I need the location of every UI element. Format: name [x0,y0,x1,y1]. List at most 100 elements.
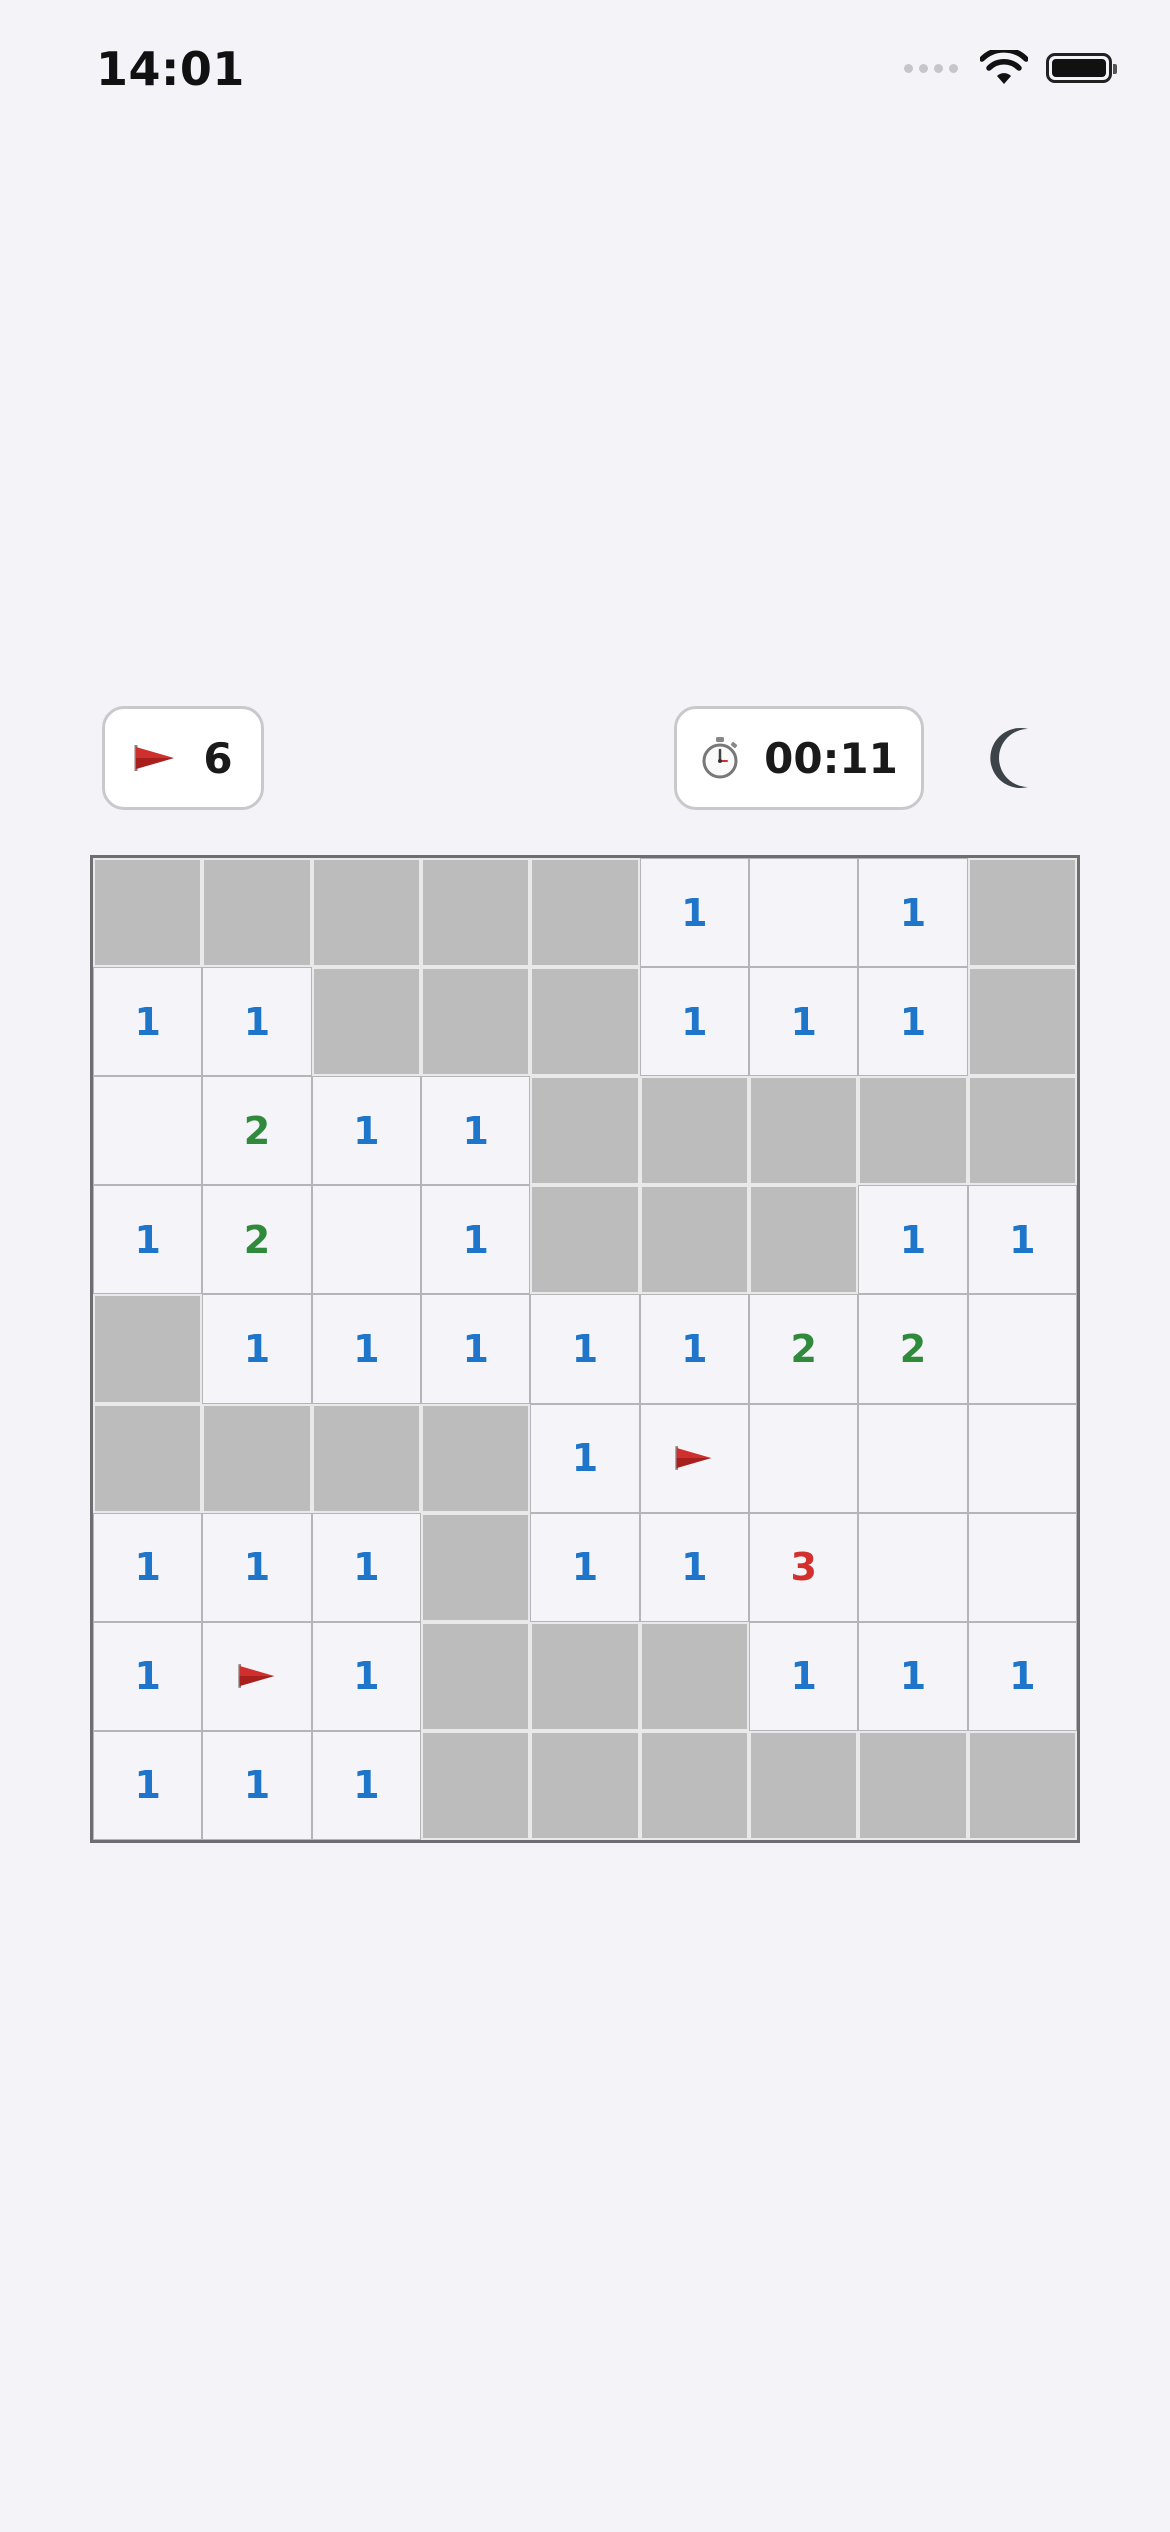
empty-cell[interactable] [749,858,859,968]
cell-number: 1 [134,999,161,1044]
theme-toggle-button[interactable] [978,722,1050,794]
number-cell[interactable]: 2 [202,1076,312,1186]
number-cell[interactable]: 1 [93,967,203,1077]
number-cell[interactable]: 2 [858,1294,968,1404]
hidden-cell[interactable] [639,1076,749,1186]
number-cell[interactable]: 1 [311,1730,421,1840]
hidden-cell[interactable] [530,858,640,968]
number-cell[interactable]: 1 [858,967,968,1077]
number-cell[interactable]: 1 [311,1294,421,1404]
empty-cell[interactable] [967,1512,1077,1622]
number-cell[interactable]: 1 [202,1512,312,1622]
hidden-cell[interactable] [967,1730,1077,1840]
cell-number: 2 [899,1326,927,1371]
cell-number: 2 [790,1326,817,1371]
cell-number: 1 [681,999,708,1044]
cell-number: 1 [571,1436,599,1481]
hidden-cell[interactable] [530,967,640,1077]
cell-number: 1 [790,1654,817,1699]
hidden-cell[interactable] [858,1076,968,1186]
number-cell[interactable]: 1 [311,1512,421,1622]
hidden-cell[interactable] [421,858,531,968]
number-cell[interactable]: 1 [639,1512,749,1622]
hidden-cell[interactable] [530,1185,640,1295]
status-time: 14:01 [96,42,245,96]
hidden-cell[interactable] [530,1076,640,1186]
number-cell[interactable]: 1 [749,967,859,1077]
number-cell[interactable]: 1 [421,1076,531,1186]
hidden-cell[interactable] [749,1730,859,1840]
hidden-cell[interactable] [421,967,531,1077]
battery-icon [1046,53,1117,83]
hidden-cell[interactable] [311,858,421,968]
hidden-cell[interactable] [93,858,203,968]
number-cell[interactable]: 1 [93,1621,203,1731]
empty-cell[interactable] [967,1294,1077,1404]
empty-cell[interactable] [311,1185,421,1295]
hidden-cell[interactable] [93,1294,203,1404]
number-cell[interactable]: 1 [858,1621,968,1731]
hidden-cell[interactable] [967,967,1077,1077]
hidden-cell[interactable] [202,858,312,968]
number-cell[interactable]: 1 [93,1512,203,1622]
moon-icon [990,728,1028,788]
hidden-cell[interactable] [421,1512,531,1622]
number-cell[interactable]: 1 [202,967,312,1077]
red-flag-icon [134,745,175,771]
number-cell[interactable]: 1 [858,858,968,968]
hidden-cell[interactable] [639,1185,749,1295]
hidden-cell[interactable] [202,1403,312,1513]
cell-number: 1 [899,1217,927,1262]
number-cell[interactable]: 1 [749,1621,859,1731]
empty-cell[interactable] [93,1076,203,1186]
number-cell[interactable]: 2 [749,1294,859,1404]
hidden-cell[interactable] [311,1403,421,1513]
hidden-cell[interactable] [749,1185,859,1295]
number-cell[interactable]: 1 [639,967,749,1077]
hidden-cell[interactable] [858,1730,968,1840]
hidden-cell[interactable] [967,1076,1077,1186]
hidden-cell[interactable] [421,1730,531,1840]
empty-cell[interactable] [749,1403,859,1513]
number-cell[interactable]: 1 [311,1076,421,1186]
number-cell[interactable]: 1 [93,1730,203,1840]
hidden-cell[interactable] [530,1730,640,1840]
hidden-cell[interactable] [530,1621,640,1731]
number-cell[interactable]: 1 [530,1512,640,1622]
number-cell[interactable]: 1 [311,1621,421,1731]
minesweeper-board: 1 1 1 1 1 1 1 2 1 1 1 2 1 1 1 1 1 1 1 1 2 2 1 1 1 1 1 1 3 1 1 1 1 1 1 1 1 [90,855,1080,1843]
red-flag-icon [237,1662,277,1690]
number-cell[interactable]: 1 [530,1294,640,1404]
number-cell[interactable]: 1 [421,1185,531,1295]
number-cell[interactable]: 1 [858,1185,968,1295]
cell-number: 1 [571,1326,599,1371]
number-cell[interactable]: 1 [639,858,749,968]
number-cell[interactable]: 1 [530,1403,640,1513]
number-cell[interactable]: 2 [202,1185,312,1295]
hidden-cell[interactable] [311,967,421,1077]
number-cell[interactable]: 1 [93,1185,203,1295]
empty-cell[interactable] [858,1403,968,1513]
hidden-cell[interactable] [639,1730,749,1840]
hidden-cell[interactable] [967,858,1077,968]
number-cell[interactable]: 1 [421,1294,531,1404]
number-cell[interactable]: 1 [202,1294,312,1404]
hidden-cell[interactable] [93,1403,203,1513]
number-cell[interactable]: 1 [202,1730,312,1840]
hidden-cell[interactable] [639,1621,749,1731]
cell-number: 1 [790,999,817,1044]
hidden-cell[interactable] [749,1076,859,1186]
flagged-cell[interactable] [639,1403,749,1513]
status-icons [904,50,1117,86]
cell-number: 1 [462,1217,489,1262]
number-cell[interactable]: 1 [967,1185,1077,1295]
empty-cell[interactable] [967,1403,1077,1513]
hidden-cell[interactable] [421,1403,531,1513]
flagged-cell[interactable] [202,1621,312,1731]
number-cell[interactable]: 3 [749,1512,859,1622]
number-cell[interactable]: 1 [967,1621,1077,1731]
number-cell[interactable]: 1 [639,1294,749,1404]
empty-cell[interactable] [858,1512,968,1622]
cell-number: 1 [681,890,708,935]
hidden-cell[interactable] [421,1621,531,1731]
